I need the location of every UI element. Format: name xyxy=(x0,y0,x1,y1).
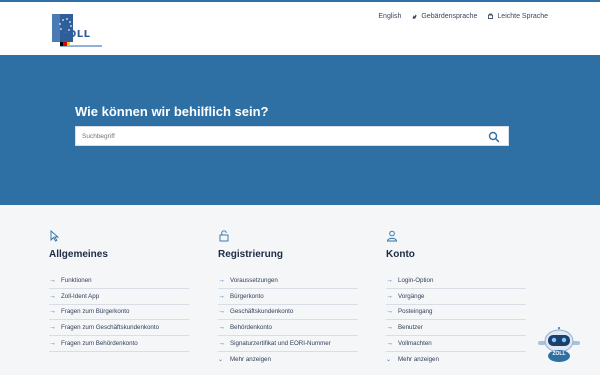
list-item[interactable]: → Vollmachten xyxy=(386,336,526,352)
hand-sign-icon xyxy=(412,14,417,19)
list-item-label: Posteingang xyxy=(398,308,433,316)
arrow-right-icon: → xyxy=(386,292,393,300)
list-item[interactable]: → Behördenkonto xyxy=(218,320,358,337)
list-item-label: Bürgerkonto xyxy=(230,292,264,300)
list-item[interactable]: → Fragen zum Behördenkonto xyxy=(49,336,189,352)
link-list-allgemeines: → Funktionen → Zoll-Ident App → Fragen zum … xyxy=(49,273,189,352)
list-item[interactable]: → Zoll-Ident App xyxy=(49,289,189,305)
top-links: English Gebärdensprache Leichte Sprache xyxy=(378,13,548,20)
language-english-label: English xyxy=(378,13,402,20)
arrow-right-icon: → xyxy=(218,324,225,332)
list-item-label: Zoll-Ident App xyxy=(61,292,100,300)
arrow-right-icon: → xyxy=(218,292,225,300)
list-item-label: Benutzer xyxy=(398,324,423,332)
link-list-konto: → Login-Option → Vorgänge → Posteingang → Be… xyxy=(386,273,526,368)
list-item[interactable]: → Posteingang xyxy=(386,305,526,321)
list-item[interactable]: → Benutzer xyxy=(386,320,526,337)
arrow-right-icon: → xyxy=(49,308,56,316)
arrow-right-icon: → xyxy=(386,276,393,284)
column-title-allgemeines: Allgemeines xyxy=(49,249,108,260)
user-icon xyxy=(387,230,397,242)
search-icon[interactable] xyxy=(488,131,500,143)
easy-language-link[interactable]: Leichte Sprache xyxy=(487,13,548,20)
show-more-label: Mehr anzeigen xyxy=(398,356,439,364)
link-list-registrierung: → Voraussetzungen → Bürgerkonto → Geschäfts… xyxy=(218,273,358,368)
list-item-label: Fragen zum Geschäftskundenkonto xyxy=(61,324,160,332)
chevron-down-icon: ⌄ xyxy=(386,357,392,364)
easy-language-icon xyxy=(488,13,494,20)
content-section: Allgemeines → Funktionen → Zoll-Ident App … xyxy=(0,205,600,375)
list-item-label: Behördenkonto xyxy=(230,324,272,332)
list-item-label: Vorgänge xyxy=(398,292,425,300)
chatbot-label: ZOLL xyxy=(552,351,566,357)
list-item-label: Fragen zum Behördenkonto xyxy=(61,340,138,348)
list-item[interactable]: → Bürgerkonto xyxy=(218,289,358,305)
arrow-right-icon: → xyxy=(49,276,56,284)
search-box xyxy=(75,126,509,146)
list-item-label: Fragen zum Bürgerkonto xyxy=(61,308,130,316)
chatbot-button[interactable]: ZOLL xyxy=(535,327,583,363)
column-title-registrierung: Registrierung xyxy=(218,249,284,260)
lock-icon xyxy=(219,230,229,242)
list-item-label: Signaturzertifikat und EORI-Nummer xyxy=(230,340,331,348)
list-item-label: Funktionen xyxy=(61,276,92,284)
column-title-konto: Konto xyxy=(386,249,415,260)
arrow-right-icon: → xyxy=(218,308,225,316)
list-item-label: Vollmachten xyxy=(398,340,432,348)
language-english-link[interactable]: English xyxy=(378,13,401,20)
arrow-right-icon: → xyxy=(386,340,393,348)
list-item[interactable]: → Voraussetzungen xyxy=(218,273,358,289)
show-more-label: Mehr anzeigen xyxy=(230,356,271,364)
german-flag xyxy=(60,42,70,46)
sign-language-link[interactable]: Gebärdensprache xyxy=(411,13,477,20)
easy-language-label: Leichte Sprache xyxy=(497,13,548,20)
list-item[interactable]: → Login-Option xyxy=(386,273,526,289)
sign-language-label: Gebärdensprache xyxy=(421,13,478,20)
list-item[interactable]: → Signaturzertifikat und EORI-Nummer xyxy=(218,336,358,352)
arrow-right-icon: → xyxy=(49,292,56,300)
arrow-right-icon: → xyxy=(49,340,56,348)
chatbot-robot-icon xyxy=(538,327,580,362)
search-input[interactable] xyxy=(76,127,488,145)
logo-text: ZOLL xyxy=(60,29,91,40)
show-more-button[interactable]: ⌄ Mehr anzeigen xyxy=(218,352,358,368)
list-item-label: Geschäftskundenkonto xyxy=(230,308,294,316)
list-item-label: Login-Option xyxy=(398,276,434,284)
chevron-down-icon: ⌄ xyxy=(218,357,224,364)
arrow-right-icon: → xyxy=(386,324,393,332)
show-more-button[interactable]: ⌄ Mehr anzeigen xyxy=(386,352,526,368)
hero-section: Wie können wir behilflich sein? xyxy=(0,55,600,205)
list-item-label: Voraussetzungen xyxy=(230,276,278,284)
arrow-right-icon: → xyxy=(218,340,225,348)
list-item[interactable]: → Fragen zum Geschäftskundenkonto xyxy=(49,320,189,337)
hero-title: Wie können wir behilflich sein? xyxy=(75,104,269,119)
arrow-right-icon: → xyxy=(49,324,56,332)
arrow-right-icon: → xyxy=(386,308,393,316)
site-header: ZOLL English Gebärdensprache Leichte Spr… xyxy=(0,2,600,55)
arrow-right-icon: → xyxy=(218,276,225,284)
cursor-icon xyxy=(50,230,60,242)
list-item[interactable]: → Funktionen xyxy=(49,273,189,289)
list-item[interactable]: → Vorgänge xyxy=(386,289,526,305)
list-item[interactable]: → Fragen zum Bürgerkonto xyxy=(49,305,189,321)
list-item[interactable]: → Geschäftskundenkonto xyxy=(218,305,358,321)
